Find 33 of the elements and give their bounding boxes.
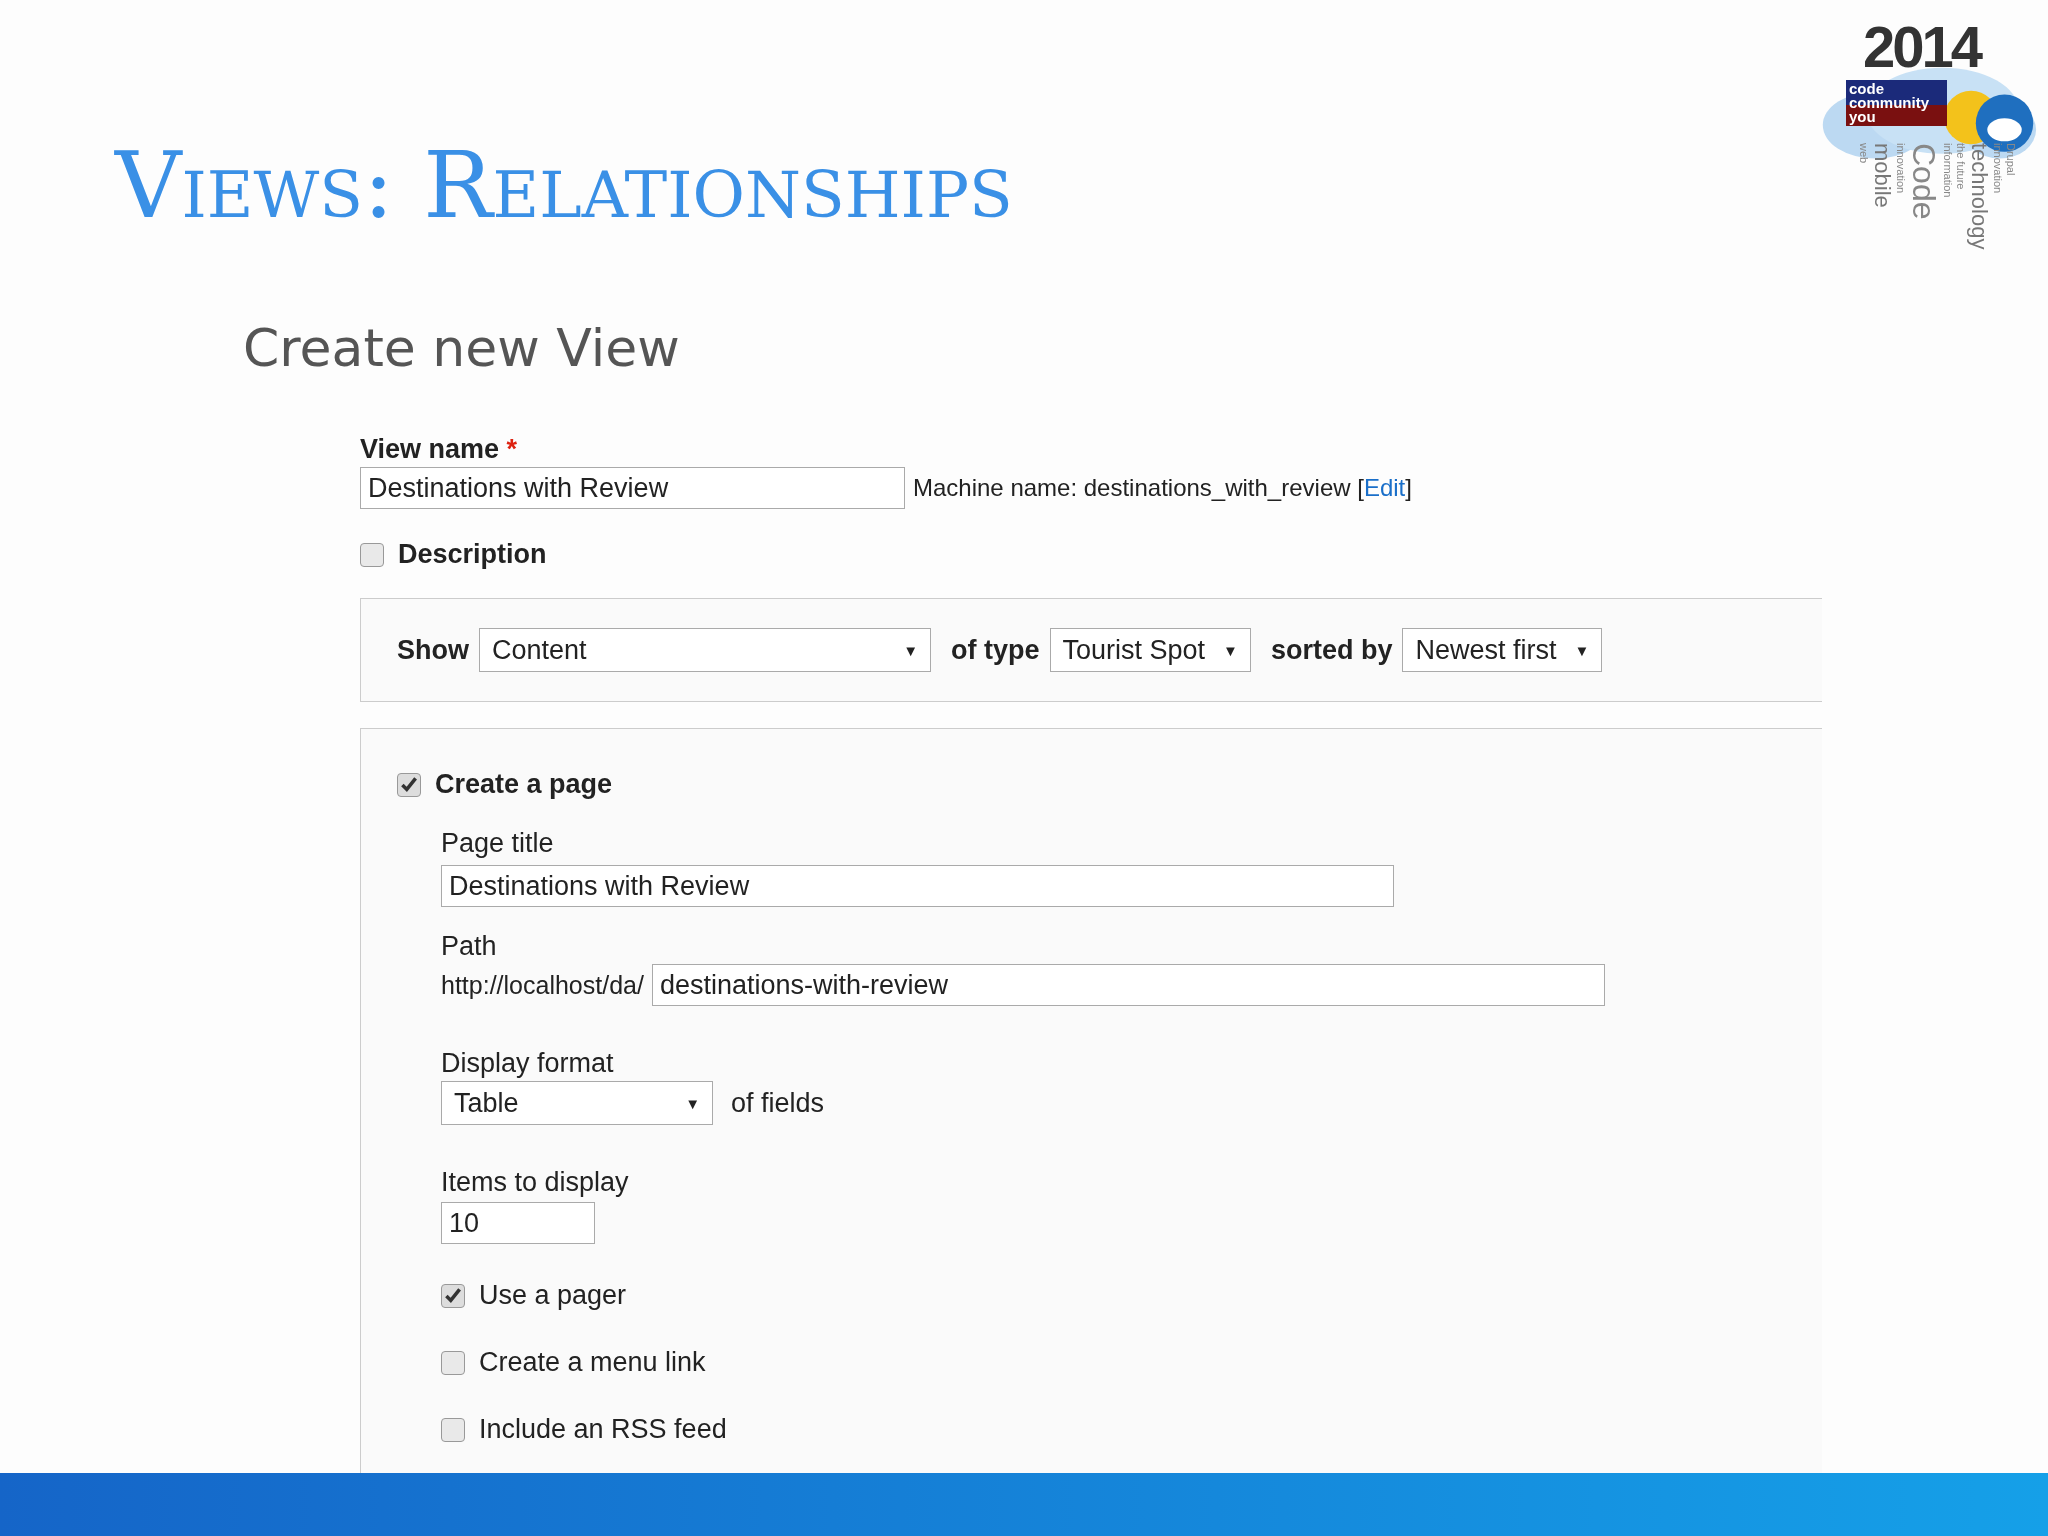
- edit-link[interactable]: Edit: [1363, 474, 1406, 502]
- field-label: Page title: [441, 827, 555, 861]
- description-checkbox[interactable]: [360, 542, 384, 567]
- sort-select[interactable]: Newest first ▼: [1402, 628, 1603, 673]
- slide-subtitle: Create new View: [243, 322, 681, 374]
- type-label: of type: [951, 634, 1040, 666]
- format-suffix: of fields: [731, 1087, 825, 1119]
- option-checkbox[interactable]: [441, 1350, 465, 1375]
- checkbox-label: Include an RSS feed: [479, 1414, 727, 1446]
- display-format-select[interactable]: Table ▼: [441, 1081, 713, 1126]
- field-label: Items to display: [441, 1166, 630, 1200]
- machine-name-text: Machine name: destinations_with_review [Edit]: [913, 474, 1412, 503]
- page-title-field[interactable]: Destinations with Review: [441, 865, 1394, 908]
- type-select[interactable]: Tourist Spot ▼: [1049, 628, 1251, 673]
- view-name-field[interactable]: Destinations with Review: [360, 467, 905, 510]
- field-label: Display format: [441, 1047, 615, 1081]
- path-prefix: http://localhost/da/: [441, 970, 644, 1000]
- field-label: View name *: [360, 433, 519, 466]
- logo-drawing: 2014 code community you web mobile innovation Code information the future technology innovation Drupal: [1818, 18, 2038, 273]
- checkbox-label: Description: [398, 539, 547, 571]
- items-field[interactable]: 10: [441, 1202, 595, 1245]
- slide-title: Views: Relationships: [115, 140, 1013, 232]
- option-checkbox[interactable]: [441, 1417, 465, 1442]
- field-label: Path: [441, 930, 498, 964]
- checkbox-label: Create a menu link: [479, 1347, 706, 1379]
- option-checkbox[interactable]: [441, 1283, 465, 1308]
- sort-label: sorted by: [1270, 634, 1393, 666]
- path-field[interactable]: destinations-with-review: [651, 964, 1605, 1007]
- show-label: Show: [397, 634, 469, 666]
- checkbox-label: Use a pager: [479, 1280, 627, 1312]
- create-page-checkbox[interactable]: [397, 772, 421, 797]
- show-select[interactable]: Content ▼: [479, 628, 931, 673]
- checkbox-label: Create a page: [435, 769, 613, 801]
